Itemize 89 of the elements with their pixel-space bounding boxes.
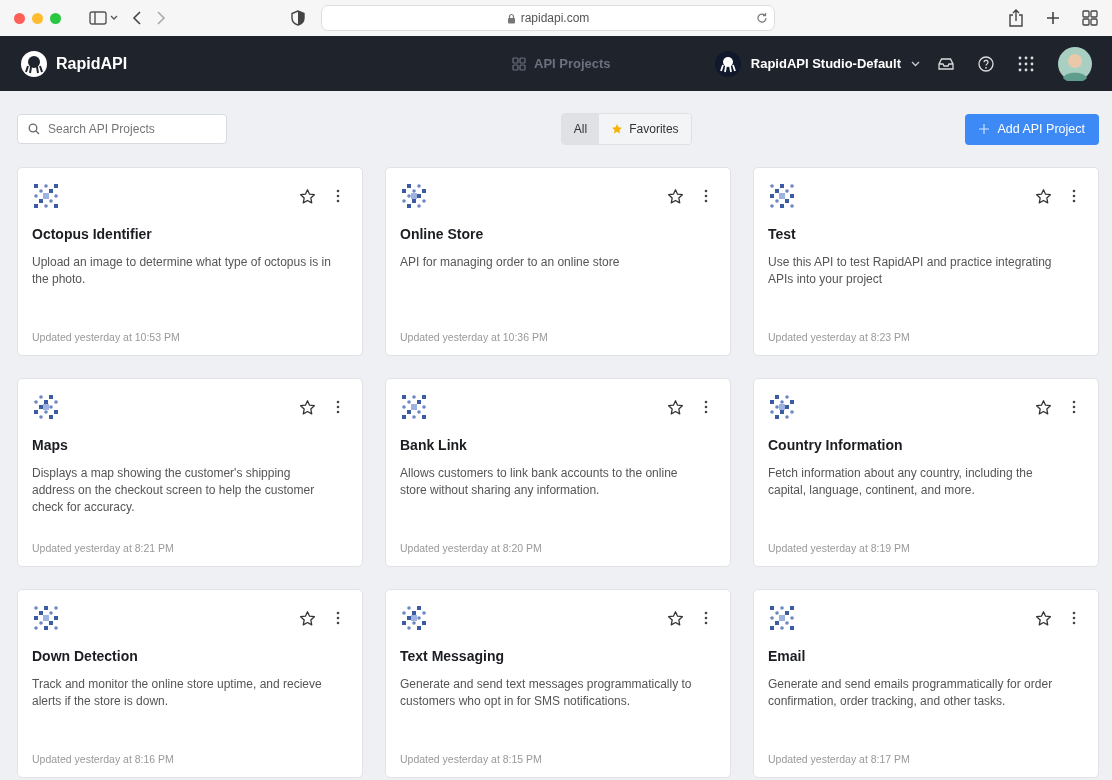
project-card[interactable]: Country Information Fetch information about any country, including the capital, language, continent, and more. Updated yesterday at 8:19 PM [753,378,1099,567]
search-field[interactable]: Search API Projects [17,114,227,144]
project-title: Bank Link [400,437,468,453]
star-icon[interactable] [1035,398,1052,416]
project-description: Track and monitor the online store uptime, and recieve alerts if the store is down. [32,676,323,710]
project-title: Test [768,226,797,242]
updated-time: Updated yesterday at 8:19 PM [768,542,911,554]
updated-time: Updated yesterday at 8:23 PM [768,331,911,343]
octopus-logo-icon[interactable] [20,49,48,78]
updated-time: Updated yesterday at 8:20 PM [400,542,543,554]
updated-time: Updated yesterday at 8:17 PM [768,753,911,765]
filter-tab[interactable]: Favorites [599,114,691,144]
tab-overview-icon[interactable] [1082,10,1098,26]
project-title: Text Messaging [400,648,505,664]
project-description: Displays a map showing the customer's shipping address on the checkout screen to help the customer check for accuracy. [32,465,316,516]
project-description: Generate and send emails programmatically for order confirmation, order tracking, and other tasks. [768,676,1054,710]
pattern-icon [400,182,428,210]
project-card[interactable]: Email Generate and send emails programmatically for order confirmation, order tracking, and other tasks. Updated yesterday at 8:17 PM [753,589,1099,778]
back-icon[interactable] [131,10,143,26]
pattern-icon [400,393,428,421]
project-title: Maps [32,437,69,453]
apps-grid-icon[interactable] [1018,55,1034,72]
star-icon[interactable] [299,187,316,205]
more-options-icon[interactable] [704,189,708,203]
project-card[interactable]: Online Store API for managing order to an online store Updated yesterday at 10:36 PM [385,167,731,356]
updated-time: Updated yesterday at 8:15 PM [400,753,543,765]
star-icon[interactable] [1035,187,1052,205]
reload-icon[interactable] [756,12,768,24]
project-card[interactable]: Bank Link Allows customers to link bank accounts to the online store without sharing any information. Updated yesterday at 8:20 PM [385,378,731,567]
share-icon[interactable] [1008,9,1024,27]
pattern-icon [400,604,428,632]
sidebar-toggle-icon[interactable] [89,10,119,26]
inbox-icon[interactable] [938,56,954,71]
updated-time: Updated yesterday at 8:21 PM [32,542,175,554]
project-title: Email [768,648,807,664]
more-options-icon[interactable] [336,400,340,414]
star-icon[interactable] [667,398,684,416]
project-card[interactable]: Maps Displays a map showing the customer's shipping address on the checkout screen to help the customer check for accuracy. Updated yesterday at 8:21 PM [17,378,363,567]
pattern-icon [32,604,60,632]
octopus-avatar-icon [714,50,741,77]
pattern-icon [768,182,796,210]
more-options-icon[interactable] [336,611,340,625]
user-avatar-icon[interactable] [1058,46,1092,81]
pattern-icon [32,393,60,421]
updated-time: Updated yesterday at 8:16 PM [32,753,175,765]
project-description: Fetch information about any country, including the capital, language, continent, and more. [768,465,1034,499]
star-icon[interactable] [667,187,684,205]
project-description: Allows customers to link bank accounts to the online store without sharing any information. [400,465,679,499]
grid-icon [512,56,526,71]
project-description: Generate and send text messages programmatically to customers who opt in for SMS notifications. [400,676,693,710]
star-icon [611,123,624,135]
pattern-icon [32,182,60,210]
shield-icon[interactable] [291,10,305,26]
star-icon[interactable] [299,609,316,627]
more-options-icon[interactable] [1072,189,1076,203]
close-window-icon[interactable] [14,12,25,24]
more-options-icon[interactable] [1072,400,1076,414]
project-title: Online Store [400,226,485,242]
brand-name[interactable]: RapidAPI [56,54,128,73]
help-icon[interactable] [978,55,994,72]
updated-time: Updated yesterday at 10:36 PM [400,331,549,343]
project-title: Country Information [768,437,904,453]
project-title: Octopus Identifier [32,226,153,242]
star-icon[interactable] [1035,609,1052,627]
lock-icon [506,12,516,24]
more-options-icon[interactable] [704,611,708,625]
workspace-selector[interactable]: RapidAPI Studio-Default [714,50,920,77]
star-icon[interactable] [299,398,316,416]
updated-time: Updated yesterday at 10:53 PM [32,331,181,343]
search-icon [28,123,40,135]
project-card[interactable]: Down Detection Track and monitor the online store uptime, and recieve alerts if the store is down. Updated yesterday at 8:16 PM [17,589,363,778]
filter-tab[interactable]: All [561,114,600,144]
caret-icon [911,60,920,67]
project-description: Use this API to test RapidAPI and practice integrating APIs into your project [768,254,1053,288]
more-options-icon[interactable] [336,189,340,203]
project-description: API for managing order to an online store [400,254,621,271]
pattern-icon [768,604,796,632]
project-card[interactable]: Octopus Identifier Upload an image to determine what type of octopus is in the photo. Updated yesterday at 10:53 PM [17,167,363,356]
new-tab-icon[interactable] [1046,11,1060,25]
project-title: Down Detection [32,648,139,664]
plus-icon [979,124,990,134]
more-options-icon[interactable] [1072,611,1076,625]
project-description: Upload an image to determine what type of octopus is in the photo. [32,254,332,288]
project-card[interactable]: Test Use this API to test RapidAPI and practice integrating APIs into your project Updated yesterday at 8:23 PM [753,167,1099,356]
pattern-icon [768,393,796,421]
address-bar[interactable]: rapidapi.com [321,5,775,31]
star-icon[interactable] [667,609,684,627]
project-card[interactable]: Text Messaging Generate and send text messages programmatically to customers who opt in for SMS notifications. Updated yesterday at 8:15 PM [385,589,731,778]
more-options-icon[interactable] [704,400,708,414]
